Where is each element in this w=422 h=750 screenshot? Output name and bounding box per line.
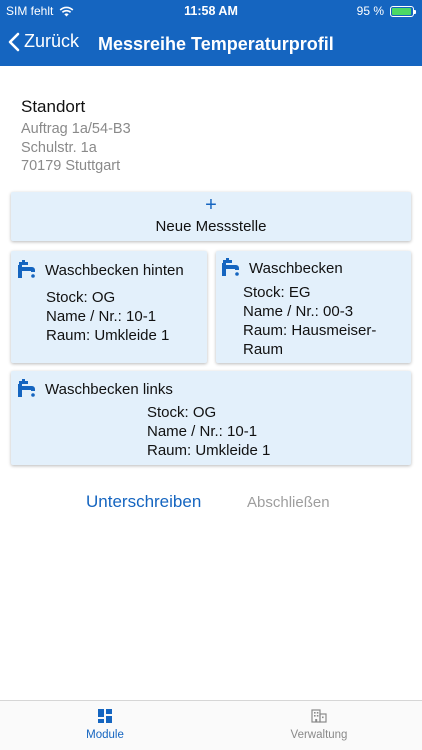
back-button[interactable]: Zurück [8, 31, 79, 52]
faucet-icon [18, 260, 35, 278]
measuring-point-card[interactable]: Waschbecken links Stock: OG Name / Nr.: … [11, 371, 411, 465]
faucet-icon [18, 379, 35, 397]
floor-value: Stock: OG [147, 404, 217, 421]
battery-fill [392, 7, 411, 15]
tab-verwaltung[interactable]: Verwaltung [269, 709, 369, 741]
navigation-bar: Zurück Messreihe Temperaturprofil [0, 22, 422, 66]
card-details: Stock: OG Name / Nr.: 10-1 Raum: Umkleid… [46, 288, 169, 345]
card-header: Waschbecken [221, 258, 343, 278]
room-value-continued: Raum [243, 341, 284, 358]
finish-button[interactable]: Abschließen [247, 494, 330, 511]
status-bar: SIM fehlt 11:58 AM 95 % [0, 0, 422, 22]
location-order: Auftrag 1a/54-B3 [21, 121, 131, 137]
number-value: Name / Nr.: 10-1 [46, 308, 157, 325]
room-value: Raum: Umkleide 1 [147, 442, 271, 459]
dashboard-icon [98, 709, 112, 723]
tab-module[interactable]: Module [55, 709, 155, 741]
tab-verwaltung-label: Verwaltung [290, 729, 348, 741]
location-title: Standort [21, 97, 86, 116]
measuring-point-card[interactable]: Waschbecken hinten Stock: OG Name / Nr.:… [11, 251, 207, 363]
room-value: Raum: Umkleide 1 [46, 327, 170, 344]
new-measuring-point-label: Neue Messstelle [155, 218, 267, 235]
tab-bar: Module Verwaltung [0, 700, 422, 750]
location-section: Standort Auftrag 1a/54-B3 Schulstr. 1a 7… [21, 97, 131, 176]
chevron-left-icon [8, 32, 20, 51]
location-street: Schulstr. 1a [21, 139, 97, 156]
battery-icon [390, 5, 416, 17]
status-right: 95 % [356, 4, 416, 18]
new-measuring-point-button[interactable]: + Neue Messstelle [11, 192, 411, 241]
tab-module-label: Module [86, 729, 124, 741]
sign-button[interactable]: Unterschreiben [86, 492, 201, 512]
measuring-point-name: Waschbecken links [45, 380, 173, 398]
plus-icon: + [205, 194, 217, 216]
header: SIM fehlt 11:58 AM 95 % Zurück Messreihe… [0, 0, 422, 66]
page-title: Messreihe Temperaturprofil [98, 34, 334, 54]
card-details: Stock: EG Name / Nr.: 00-3 Raum: Hausmei… [243, 283, 376, 359]
measuring-point-name: Waschbecken [249, 259, 343, 277]
floor-value: Stock: EG [243, 284, 311, 301]
number-value: Name / Nr.: 00-3 [243, 303, 354, 320]
battery-percent: 95 % [356, 4, 384, 18]
room-value: Raum: Hausmeiser- [243, 322, 377, 339]
card-header: Waschbecken hinten [17, 260, 184, 280]
measuring-point-card[interactable]: Waschbecken Stock: EG Name / Nr.: 00-3 R… [216, 251, 411, 363]
card-details: Stock: OG Name / Nr.: 10-1 Raum: Umkleid… [147, 403, 270, 460]
location-city: 70179 Stuttgart [21, 158, 121, 174]
measuring-point-name: Waschbecken hinten [45, 261, 184, 279]
floor-value: Stock: OG [46, 289, 116, 306]
card-header: Waschbecken links [17, 379, 173, 399]
back-label: Zurück [24, 31, 80, 51]
number-value: Name / Nr.: 10-1 [147, 423, 258, 440]
faucet-icon [222, 258, 239, 276]
building-icon [311, 709, 327, 723]
